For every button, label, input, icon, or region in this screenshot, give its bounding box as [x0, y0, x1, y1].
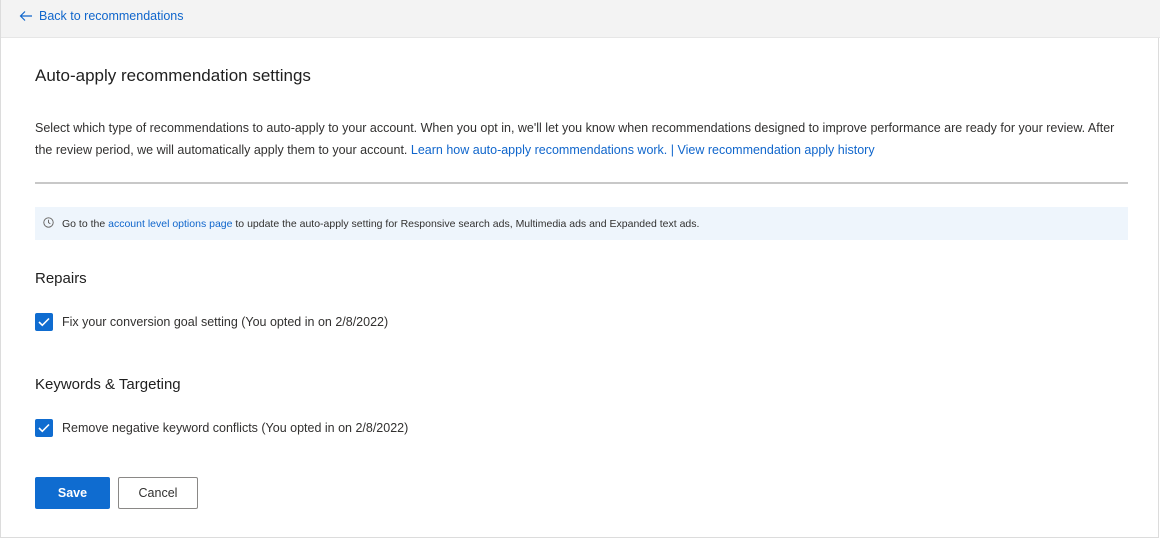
checkmark-icon [38, 317, 50, 327]
clock-icon [43, 216, 54, 231]
checkbox-checked[interactable] [35, 419, 53, 437]
page-title: Auto-apply recommendation settings [35, 66, 311, 85]
info-banner: Go to the account level options page to … [35, 207, 1128, 240]
info-banner-text: Go to the account level options page to … [62, 218, 699, 230]
section-heading-keywords-targeting: Keywords & Targeting [35, 376, 181, 393]
section-divider [35, 182, 1128, 184]
option-label: Remove negative keyword conflicts (You o… [62, 421, 409, 435]
info-prefix: Go to the [62, 217, 106, 230]
cancel-button[interactable]: Cancel [118, 477, 198, 509]
checkbox-checked[interactable] [35, 313, 53, 331]
save-button[interactable]: Save [35, 477, 110, 509]
learn-auto-apply-link[interactable]: Learn how auto-apply recommendations wor… [411, 143, 667, 157]
link-separator: | [670, 143, 675, 157]
back-link-label: Back to recommendations [39, 9, 184, 23]
section-heading-repairs: Repairs [35, 270, 87, 287]
option-remove-negative-keyword-conflicts[interactable]: Remove negative keyword conflicts (You o… [35, 419, 408, 437]
info-suffix: to update the auto-apply setting for Res… [235, 217, 700, 230]
page-description: Select which type of recommendations to … [35, 117, 1135, 161]
checkmark-icon [38, 423, 50, 433]
option-label: Fix your conversion goal setting (You op… [62, 315, 389, 329]
settings-page: Back to recommendations Auto-apply recom… [0, 0, 1160, 538]
top-bar: Back to recommendations [1, 0, 1160, 38]
apply-history-link[interactable]: View recommendation apply history [678, 143, 875, 157]
arrow-left-icon [19, 10, 33, 22]
back-to-recommendations-link[interactable]: Back to recommendations [19, 9, 184, 23]
option-fix-conversion-goal[interactable]: Fix your conversion goal setting (You op… [35, 313, 388, 331]
account-level-options-link[interactable]: account level options page [108, 218, 232, 230]
